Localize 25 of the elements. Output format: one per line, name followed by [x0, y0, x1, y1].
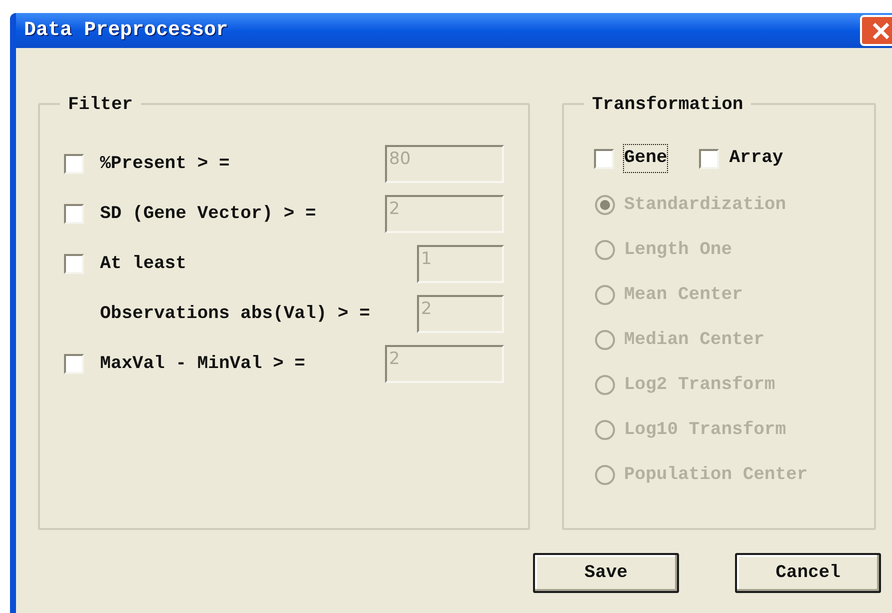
radio-label: Standardization	[624, 194, 786, 216]
dialog-button[interactable]: Cancel	[735, 553, 881, 593]
filter-label: At least	[100, 252, 186, 276]
dialog-button[interactable]: Save	[533, 553, 679, 593]
radio-label: Log2 Transform	[624, 374, 776, 396]
checkbox[interactable]	[594, 148, 614, 168]
checkbox[interactable]	[64, 154, 84, 174]
close-button[interactable]	[860, 15, 892, 46]
checkbox[interactable]	[699, 148, 720, 168]
filter-label: %Present > =	[100, 152, 230, 176]
checkbox-label: Gene	[624, 145, 668, 172]
checkbox[interactable]	[64, 204, 84, 224]
radio-label: Mean Center	[624, 284, 743, 306]
window-title: Data Preprocessor	[24, 18, 228, 44]
filter-label: SD (Gene Vector) > =	[100, 202, 316, 226]
radio-label: Median Center	[624, 328, 764, 352]
checkbox-label: Array	[729, 147, 784, 170]
filter-label: MaxVal - MinVal > =	[100, 352, 306, 376]
checkbox[interactable]	[64, 354, 84, 374]
checkbox[interactable]	[64, 254, 84, 274]
filter-label: Observations abs(Val) > =	[100, 302, 370, 326]
radio-label: Length One	[624, 238, 732, 262]
radio-label: Population Center	[624, 464, 808, 486]
close-icon	[871, 20, 891, 40]
radio-label: Log10 Transform	[624, 418, 786, 442]
